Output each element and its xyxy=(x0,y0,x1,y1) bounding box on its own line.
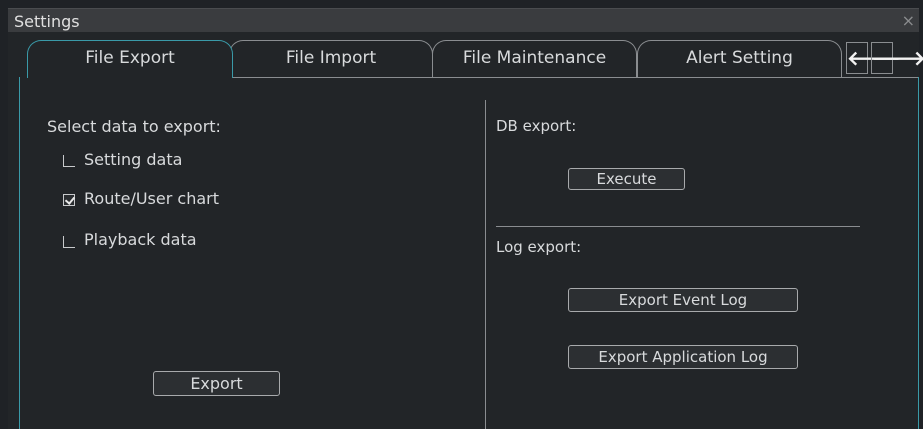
tab-file-export-label: File Export xyxy=(85,48,175,68)
route-user-chart-label: Route/User chart xyxy=(84,189,219,208)
title-bar: Settings × xyxy=(8,8,919,32)
tab-file-maintenance-label: File Maintenance xyxy=(462,48,607,68)
tab-file-export[interactable]: File Export xyxy=(27,40,233,78)
tab-file-import-label: File Import xyxy=(285,48,377,68)
vertical-divider xyxy=(485,100,486,429)
tab-alert-setting-label: Alert Setting xyxy=(686,48,793,68)
execute-button[interactable]: Execute xyxy=(568,168,685,190)
playback-data-label: Playback data xyxy=(84,230,197,249)
right-arrow-icon[interactable]: 🡒 xyxy=(871,42,923,74)
export-event-log-button[interactable]: Export Event Log xyxy=(568,288,798,312)
log-export-heading: Log export: xyxy=(496,238,582,256)
export-application-log-button[interactable]: Export Application Log xyxy=(568,345,798,369)
window-title: Settings xyxy=(14,12,80,31)
setting-data-label: Setting data xyxy=(84,150,183,169)
export-button[interactable]: Export xyxy=(153,371,280,396)
db-export-heading: DB export: xyxy=(496,117,577,135)
playback-data-checkbox[interactable] xyxy=(63,236,75,248)
tab-alert-setting[interactable]: Alert Setting xyxy=(637,40,842,78)
setting-data-checkbox[interactable] xyxy=(63,155,75,167)
select-data-heading: Select data to export: xyxy=(47,117,221,136)
route-user-chart-checkbox[interactable] xyxy=(63,194,75,206)
tab-file-import[interactable]: File Import xyxy=(229,40,433,78)
left-arrow-icon[interactable]: 🡐 xyxy=(846,42,901,74)
close-icon[interactable]: × xyxy=(902,11,915,30)
horizontal-divider xyxy=(496,226,860,227)
tab-file-maintenance[interactable]: File Maintenance xyxy=(432,40,637,78)
